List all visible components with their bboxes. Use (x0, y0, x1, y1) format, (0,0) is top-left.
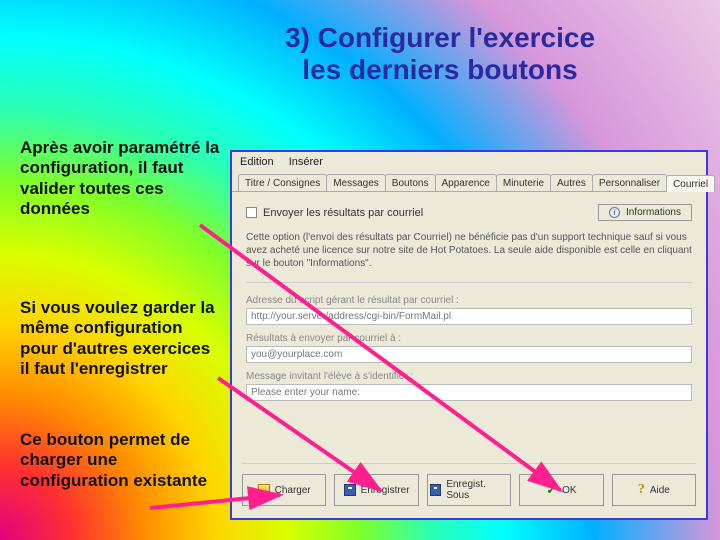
ok-button[interactable]: ✓ OK (519, 474, 603, 506)
question-icon: ? (638, 482, 645, 498)
load-button-label: Charger (275, 485, 311, 496)
save-as-button-label: Enregist. Sous (446, 479, 508, 501)
config-dialog: Edition Insérer Titre / Consignes Messag… (230, 150, 708, 520)
tab-personnaliser[interactable]: Personnaliser (592, 174, 667, 191)
dialog-button-bar: Charger Enregistrer Enregist. Sous ✓ OK … (242, 463, 696, 506)
disk-icon (430, 484, 442, 496)
tab-titre[interactable]: Titre / Consignes (238, 174, 327, 191)
option-description: Cette option (l'envoi des résultats par … (246, 231, 692, 270)
save-as-button[interactable]: Enregist. Sous (427, 474, 511, 506)
informations-button-label: Informations (626, 207, 681, 218)
tab-messages[interactable]: Messages (326, 174, 386, 191)
send-results-label: Envoyer les résultats par courriel (263, 207, 423, 219)
tab-autres[interactable]: Autres (550, 174, 593, 191)
menu-bar: Edition Insérer (232, 152, 706, 172)
info-icon: i (609, 207, 620, 218)
save-button[interactable]: Enregistrer (334, 474, 418, 506)
script-address-label: Adresse du script gérant le résultat par… (246, 295, 692, 306)
help-button[interactable]: ? Aide (612, 474, 696, 506)
ok-button-label: OK (562, 485, 576, 496)
menu-edit[interactable]: Edition (240, 156, 274, 168)
menu-insert[interactable]: Insérer (289, 156, 323, 168)
help-button-label: Aide (650, 485, 670, 496)
slide-title: 3) Configurer l'exerciceles derniers bou… (200, 22, 680, 86)
prompt-message-label: Message invitant l'élève à s'identifier … (246, 371, 692, 382)
informations-button[interactable]: i Informations (598, 204, 692, 221)
save-button-label: Enregistrer (361, 485, 410, 496)
tab-boutons[interactable]: Boutons (385, 174, 436, 191)
tab-minuterie[interactable]: Minuterie (496, 174, 551, 191)
tab-apparence[interactable]: Apparence (435, 174, 497, 191)
check-icon: ✓ (546, 482, 557, 498)
tab-strip: Titre / Consignes Messages Boutons Appar… (232, 174, 706, 192)
results-email-label: Résultats à envoyer par courriel à : (246, 333, 692, 344)
paragraph-save-config: Si vous voulez garder la même configurat… (20, 298, 220, 380)
tab-courriel[interactable]: Courriel (666, 175, 715, 192)
results-email-input[interactable] (246, 346, 692, 363)
disk-icon (344, 484, 356, 496)
prompt-message-input[interactable] (246, 384, 692, 401)
paragraph-validate: Après avoir paramétré la configuration, … (20, 138, 220, 220)
send-results-checkbox[interactable] (246, 207, 257, 218)
load-button[interactable]: Charger (242, 474, 326, 506)
paragraph-load-config: Ce bouton permet de charger une configur… (20, 430, 220, 491)
script-address-input[interactable] (246, 308, 692, 325)
folder-open-icon (258, 484, 270, 496)
